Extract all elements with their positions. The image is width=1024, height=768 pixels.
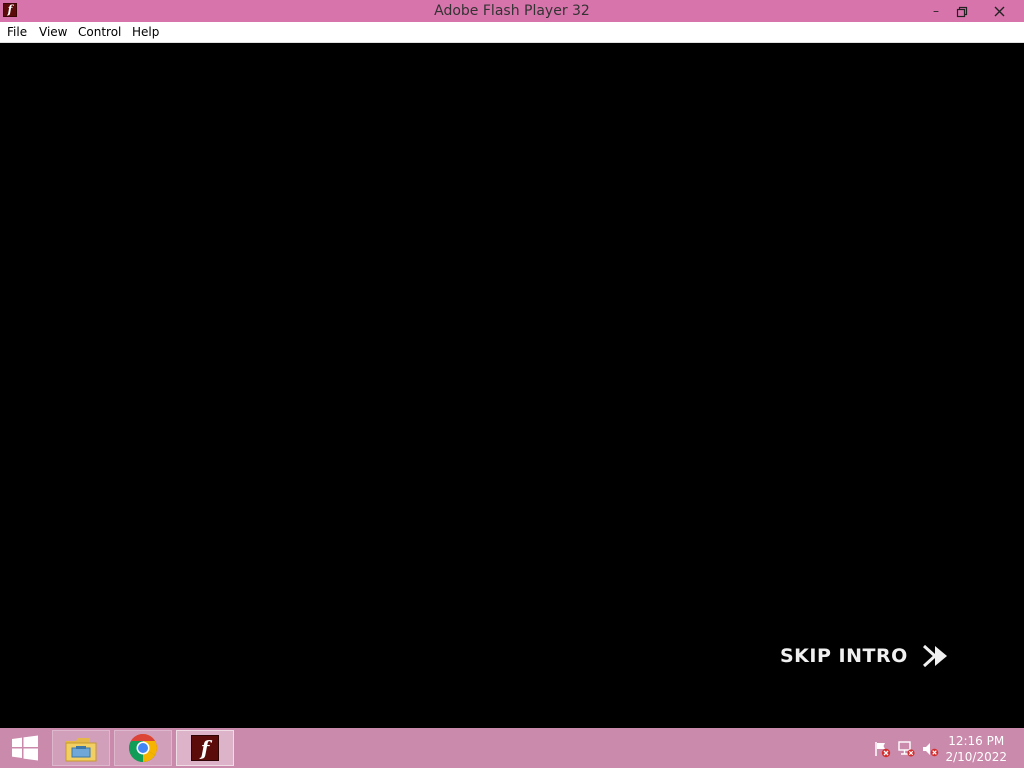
file-explorer-icon — [65, 738, 97, 762]
minimize-button[interactable]: – — [923, 0, 949, 22]
menu-help[interactable]: Help — [132, 25, 159, 39]
action-center-flag-icon[interactable] — [873, 740, 891, 758]
flash-stage[interactable] — [0, 43, 1024, 728]
skip-intro-button[interactable]: SKIP INTRO — [780, 643, 950, 669]
system-clock[interactable]: 12:16 PM 2/10/2022 — [945, 733, 1007, 765]
menu-file[interactable]: File — [7, 25, 27, 39]
clock-time: 12:16 PM — [948, 734, 1005, 748]
network-icon[interactable] — [897, 740, 915, 758]
clock-date: 2/10/2022 — [945, 750, 1007, 764]
chrome-icon — [129, 734, 157, 762]
skip-intro-label: SKIP INTRO — [780, 645, 908, 667]
fast-forward-icon — [922, 644, 947, 668]
minimize-icon: – — [933, 4, 939, 18]
menu-bar: File View Control Help — [0, 22, 1024, 43]
close-icon — [994, 6, 1004, 17]
taskbar: f — [0, 728, 1024, 768]
flash-player-icon: f — [191, 735, 219, 761]
restore-icon — [956, 6, 968, 17]
taskbar-chrome[interactable] — [114, 730, 172, 766]
title-bar[interactable]: f Adobe Flash Player 32 – — [0, 0, 1024, 22]
windows-start-icon — [12, 735, 38, 761]
menu-control[interactable]: Control — [78, 25, 121, 39]
taskbar-flash-player[interactable]: f — [176, 730, 234, 766]
close-button[interactable] — [986, 0, 1012, 22]
window-title: Adobe Flash Player 32 — [434, 3, 590, 19]
restore-button[interactable] — [949, 0, 975, 22]
volume-muted-icon[interactable] — [921, 740, 939, 758]
taskbar-file-explorer[interactable] — [52, 730, 110, 766]
menu-view[interactable]: View — [39, 25, 67, 39]
start-button[interactable] — [5, 732, 45, 764]
